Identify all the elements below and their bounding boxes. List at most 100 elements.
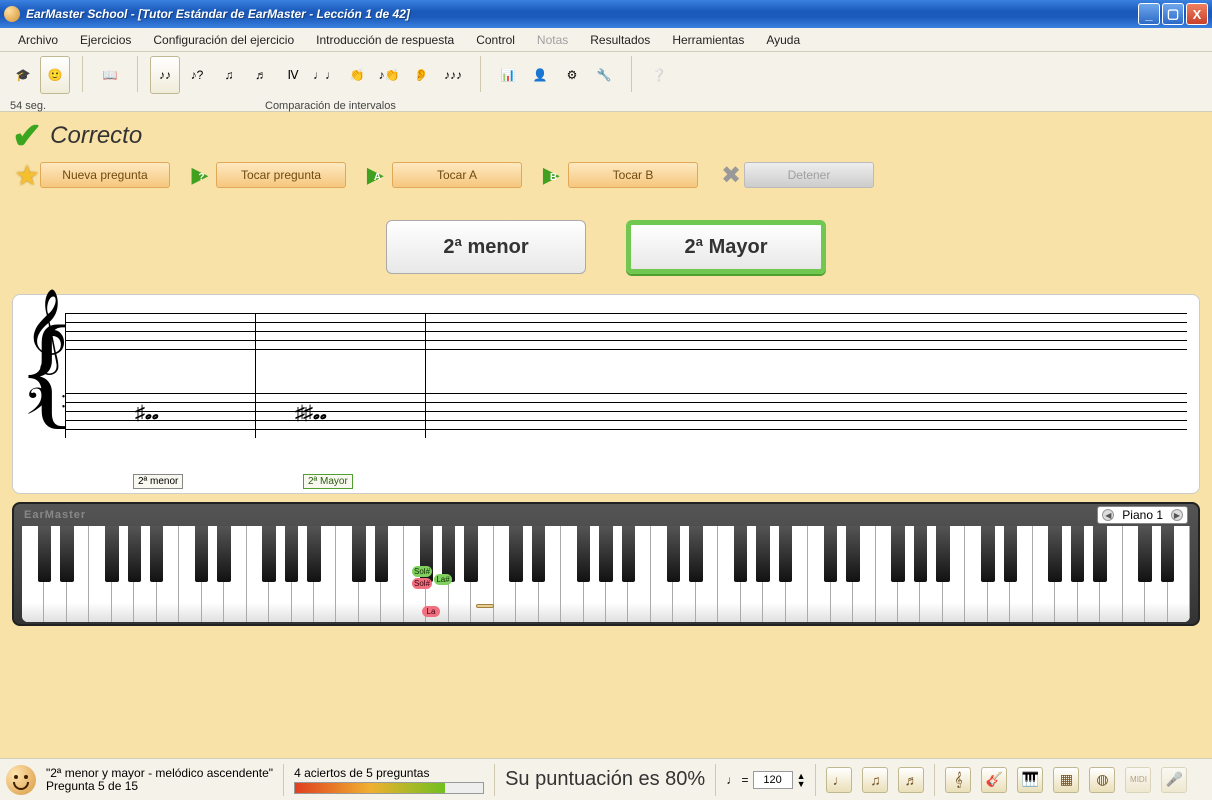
tool-interval-id-icon[interactable]: ♪? (182, 56, 212, 94)
black-key[interactable] (824, 526, 837, 582)
black-key[interactable] (38, 526, 51, 582)
input-mic-icon[interactable]: 🎤 (1161, 767, 1187, 793)
tool-book-icon[interactable]: 📖 (95, 56, 125, 94)
minimize-button[interactable]: _ (1138, 3, 1160, 25)
tool-tutor-icon[interactable]: 🎓 (8, 56, 38, 94)
black-key[interactable] (734, 526, 747, 582)
play-question-button[interactable]: Tocar pregunta (216, 162, 346, 188)
black-key[interactable] (1071, 526, 1084, 582)
progress-bar (294, 782, 484, 794)
preset-prev-icon[interactable]: ◀ (1102, 509, 1114, 521)
black-key[interactable] (285, 526, 298, 582)
tool-help-icon[interactable]: ❔ (644, 56, 674, 94)
view-single-note-icon[interactable]: ♩ (826, 767, 852, 793)
tool-compare-intervals-icon[interactable]: ♪♪ (150, 56, 180, 94)
black-key[interactable] (936, 526, 949, 582)
black-key[interactable] (150, 526, 163, 582)
black-key[interactable] (1093, 526, 1106, 582)
black-key[interactable] (307, 526, 320, 582)
tempo-input[interactable] (753, 771, 793, 789)
tool-chord-prog-icon[interactable]: Ⅳ (278, 56, 308, 94)
input-staff-icon[interactable]: 𝄞 (945, 767, 971, 793)
menu-ejercicios[interactable]: Ejercicios (70, 30, 141, 50)
black-key[interactable] (891, 526, 904, 582)
black-key[interactable] (689, 526, 702, 582)
answer-a-button[interactable]: 2ª menor (386, 220, 586, 274)
view-rhythm-icon[interactable]: ♬ (898, 767, 924, 793)
black-key[interactable] (1048, 526, 1061, 582)
tool-settings-icon[interactable]: ⚙ (557, 56, 587, 94)
black-key[interactable] (846, 526, 859, 582)
main-area: ✔ Correcto ★ Nueva pregunta ▶? Tocar pre… (0, 112, 1212, 758)
key-marker: Sol# (412, 578, 432, 589)
tool-chord-inv-icon[interactable]: ♬ (246, 56, 276, 94)
preset-next-icon[interactable]: ▶ (1171, 509, 1183, 521)
tool-rhythm-imit-icon[interactable]: ♪👏 (374, 56, 404, 94)
black-key[interactable] (128, 526, 141, 582)
menu-ayuda[interactable]: Ayuda (756, 30, 810, 50)
tool-melody-dict-icon[interactable]: ♪♪♪ (438, 56, 468, 94)
black-key[interactable] (217, 526, 230, 582)
menu-resultados[interactable]: Resultados (580, 30, 660, 50)
menu-herramientas[interactable]: Herramientas (662, 30, 754, 50)
toolbar-timer-label: 54 seg. (10, 100, 46, 112)
window-title: EarMaster School - [Tutor Estándar de Ea… (26, 7, 410, 21)
black-key[interactable] (464, 526, 477, 582)
new-question-button[interactable]: Nueva pregunta (40, 162, 170, 188)
input-piano-icon[interactable]: 🎹 (1017, 767, 1043, 793)
black-key[interactable] (105, 526, 118, 582)
maximize-button[interactable]: ▢ (1162, 3, 1184, 25)
black-key[interactable] (509, 526, 522, 582)
black-key[interactable] (756, 526, 769, 582)
star-icon: ★ (12, 160, 42, 190)
input-buttons-icon[interactable]: ▦ (1053, 767, 1079, 793)
bass-clef-icon: 𝄢 (25, 381, 53, 432)
black-key[interactable] (60, 526, 73, 582)
black-key[interactable] (577, 526, 590, 582)
black-key[interactable] (1004, 526, 1017, 582)
black-key[interactable] (622, 526, 635, 582)
menu-archivo[interactable]: Archivo (8, 30, 68, 50)
black-key[interactable] (981, 526, 994, 582)
black-key[interactable] (1161, 526, 1174, 582)
preset-selector[interactable]: ◀ Piano 1 ▶ (1097, 506, 1188, 524)
menu-configuracion[interactable]: Configuración del ejercicio (143, 30, 304, 50)
black-key[interactable] (914, 526, 927, 582)
answer-b-button[interactable]: 2ª Mayor (626, 220, 826, 274)
menu-introduccion[interactable]: Introducción de respuesta (306, 30, 464, 50)
black-key[interactable] (262, 526, 275, 582)
black-key[interactable] (667, 526, 680, 582)
tempo-control[interactable]: ♩ = ▲▼ (726, 771, 805, 789)
view-beamed-notes-icon[interactable]: ♫ (862, 767, 888, 793)
tool-global-settings-icon[interactable]: 🔧 (589, 56, 619, 94)
tool-rhythm-read-icon[interactable]: 👏 (342, 56, 372, 94)
input-midi-icon[interactable]: MIDI (1125, 767, 1151, 793)
tool-rhythm-dict-icon[interactable]: 👂 (406, 56, 436, 94)
status-bar: "2ª menor y mayor - melódico ascendente"… (0, 758, 1212, 800)
play-a-button[interactable]: Tocar A (392, 162, 522, 188)
tempo-stepper-icon[interactable]: ▲▼ (797, 772, 806, 788)
tool-user-icon[interactable]: 👤 (525, 56, 555, 94)
piano-keyboard[interactable]: Sol#Sol#La#La (22, 526, 1190, 622)
black-key[interactable] (375, 526, 388, 582)
staff-notes-b: ♯♯𝅗𝅗 (295, 399, 327, 425)
close-button[interactable]: X (1186, 3, 1208, 25)
black-key[interactable] (195, 526, 208, 582)
tool-chord-icon[interactable]: ♫ (214, 56, 244, 94)
play-a-icon: ▶A (364, 160, 394, 190)
tool-face-icon[interactable]: 🙂 (40, 56, 70, 94)
input-drum-icon[interactable]: ◍ (1089, 767, 1115, 793)
tool-stats-icon[interactable]: 📊 (493, 56, 523, 94)
black-key[interactable] (352, 526, 365, 582)
key-marker: La# (434, 574, 452, 585)
black-key[interactable] (779, 526, 792, 582)
black-key[interactable] (532, 526, 545, 582)
menu-bar: Archivo Ejercicios Configuración del eje… (0, 28, 1212, 52)
tool-scale-icon[interactable]: ♩♩ (310, 56, 340, 94)
result-label: Correcto (50, 122, 142, 150)
input-guitar-icon[interactable]: 🎸 (981, 767, 1007, 793)
black-key[interactable] (599, 526, 612, 582)
menu-control[interactable]: Control (466, 30, 525, 50)
black-key[interactable] (1138, 526, 1151, 582)
play-b-button[interactable]: Tocar B (568, 162, 698, 188)
